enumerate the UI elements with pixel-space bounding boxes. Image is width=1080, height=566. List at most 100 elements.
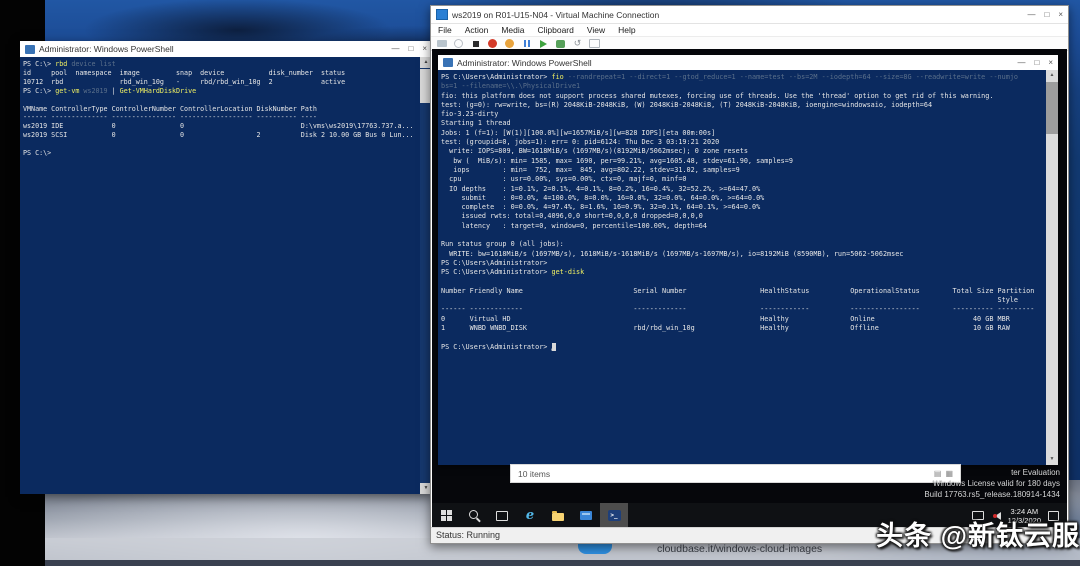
menu-help[interactable]: Help [618,25,635,35]
terminal-line: id pool namespace image snap device disk… [23,69,418,78]
folder-icon [552,513,564,521]
terminal-line: Jobs: 1 (f=1): [W(1)][100.0%][w=1657MiB/… [441,129,1044,138]
terminal-line: ws2019 SCSI 0 0 2 Disk 2 10.00 GB Bus 0 … [23,131,418,140]
windows-license-text: ter Evaluation Windows License valid for… [924,467,1060,500]
pause-icon[interactable] [521,38,532,49]
terminal-line: write: IOPS=809, BW=1618MiB/s (1697MB/s)… [441,147,1044,156]
guest-screen[interactable]: Administrator: Windows PowerShell — □ × … [432,49,1067,528]
host-powershell-titlebar[interactable]: Administrator: Windows PowerShell — □ × [20,41,432,58]
terminal-line: bw ( MiB/s): min= 1585, max= 1690, per=9… [441,157,1044,166]
task-view-icon [496,511,508,521]
scroll-up-icon[interactable]: ▲ [1046,70,1058,81]
checkpoint-icon[interactable] [555,38,566,49]
save-state-icon[interactable] [504,38,515,49]
powershell-icon: >_ [608,510,621,521]
close-button[interactable]: × [1058,7,1063,23]
menu-media[interactable]: Media [501,25,524,35]
terminal-line: cpu : usr=0.00%, sys=0.00%, ctx=0, majf=… [441,175,1044,184]
wallpaper-caption: cloudbase.it/windows-cloud-images [657,543,822,555]
terminal-line: test: (groupid=0, jobs=1): err= 0: pid=6… [441,138,1044,147]
guest-powershell-title: Administrator: Windows PowerShell [457,58,592,68]
terminal-line: PS C:\> get-vm ws2019 | Get-VMHardDiskDr… [23,87,418,96]
menu-clipboard[interactable]: Clipboard [537,25,573,35]
scrollbar-thumb[interactable] [1046,82,1058,134]
close-button[interactable]: × [1048,55,1053,71]
guest-powershell-console[interactable]: PS C:\Users\Administrator> fio --randrep… [438,70,1058,465]
shut-down-icon[interactable] [487,38,498,49]
search-button[interactable] [460,503,488,528]
powershell-icon [443,58,453,67]
maximize-button[interactable]: □ [1034,55,1039,71]
menu-action[interactable]: Action [465,25,489,35]
server-manager-icon [580,511,592,520]
maximize-button[interactable]: □ [408,41,413,57]
terminal-line [441,333,1044,342]
minimize-button[interactable]: — [1017,55,1025,71]
terminal-line [441,231,1044,240]
guest-scrollbar[interactable]: ▲ ▼ [1046,70,1058,465]
minimize-button[interactable]: — [1027,7,1035,23]
terminal-line: 1 WNBD WNBD_DISK rbd/rbd_win_10g Healthy… [441,324,1044,333]
task-view-button[interactable] [488,503,516,528]
terminal-line [23,140,418,149]
internet-explorer-button[interactable]: e [516,503,544,528]
guest-powershell-titlebar[interactable]: Administrator: Windows PowerShell — □ × [438,55,1058,71]
vm-title: ws2019 on R01-U15-N04 - Virtual Machine … [452,10,659,20]
enhanced-session-icon[interactable] [589,38,600,49]
license-line-3: Build 17763.rs5_release.180914-1434 [924,489,1060,500]
terminal-line: PS C:\> [23,149,418,158]
ctrl-alt-del-icon[interactable] [436,38,447,49]
wallpaper-bottom-strip [0,560,1080,566]
revert-icon[interactable]: ↺ [572,38,583,49]
terminal-line: Run status group 0 (all jobs): [441,240,1044,249]
terminal-line: PS C:\Users\Administrator> get-disk [441,268,1044,277]
turn-off-icon[interactable] [470,38,481,49]
internet-explorer-icon: e [526,508,534,523]
close-button[interactable]: × [422,41,427,57]
terminal-line: latency : target=0, window=0, percentile… [441,222,1044,231]
terminal-line: ws2019 IDE 0 0 D:\vms\ws2019\17763.737.a… [23,122,418,131]
menu-view[interactable]: View [587,25,605,35]
license-line-2: Windows License valid for 180 days [924,478,1060,489]
minimize-button[interactable]: — [391,41,399,57]
terminal-line: IO depths : 1=0.1%, 2=0.1%, 4=0.1%, 8=0.… [441,185,1044,194]
vm-menubar: File Action Media Clipboard View Help [431,24,1068,37]
terminal-line: issued rwts: total=0,4096,0,0 short=0,0,… [441,212,1044,221]
start-icon[interactable] [538,38,549,49]
terminal-line: PS C:\Users\Administrator> [441,259,1044,268]
terminal-line: ------ -------------- ---------------- -… [23,113,418,122]
terminal-line: fio: this platform does not support proc… [441,92,1044,101]
terminal-line: Style [441,296,1044,305]
server-manager-button[interactable] [572,503,600,528]
scroll-down-icon[interactable]: ▼ [1046,454,1058,465]
terminal-line [23,96,418,105]
host-powershell-title: Administrator: Windows PowerShell [39,44,174,54]
powershell-taskbar-button[interactable]: >_ [600,503,628,528]
terminal-line: Starting 1 thread [441,119,1044,128]
file-explorer-button[interactable] [544,503,572,528]
guest-powershell-window[interactable]: Administrator: Windows PowerShell — □ × … [438,55,1058,465]
host-terminal: PS C:\> rbd device listid pool namespace… [23,60,418,494]
watermark: 头条 @新钛云服 [850,514,1080,553]
host-powershell-console[interactable]: PS C:\> rbd device listid pool namespace… [20,57,432,494]
terminal-line: PS C:\Users\Administrator> ▂ [441,343,1044,352]
start-button[interactable] [432,503,460,528]
terminal-line: WRITE: bw=1618MiB/s (1697MB/s), 1618MiB/… [441,250,1044,259]
menu-file[interactable]: File [438,25,452,35]
vm-connection-window[interactable]: ws2019 on R01-U15-N04 - Virtual Machine … [430,5,1069,544]
explorer-status-bar[interactable]: 10 items ▤ ▦ [510,464,961,483]
host-powershell-window[interactable]: Administrator: Windows PowerShell — □ × … [20,41,432,494]
terminal-line: Number Friendly Name Serial Number Healt… [441,287,1044,296]
search-icon [469,510,478,519]
maximize-button[interactable]: □ [1044,7,1049,23]
terminal-line [441,278,1044,287]
desktop: cloudbase.it/windows-cloud-images Admini… [0,0,1080,566]
powershell-icon [25,45,35,54]
terminal-line: 0 Virtual HD Healthy Online 40 GB MBR [441,315,1044,324]
terminal-line: ------ ------------- ------------- -----… [441,305,1044,314]
terminal-line: submit : 0=0.0%, 4=100.0%, 8=0.0%, 16=0.… [441,194,1044,203]
power-icon[interactable] [453,38,464,49]
vm-titlebar[interactable]: ws2019 on R01-U15-N04 - Virtual Machine … [431,6,1068,24]
explorer-item-count: 10 items [518,469,550,479]
terminal-line: iops : min= 752, max= 845, avg=802.22, s… [441,166,1044,175]
